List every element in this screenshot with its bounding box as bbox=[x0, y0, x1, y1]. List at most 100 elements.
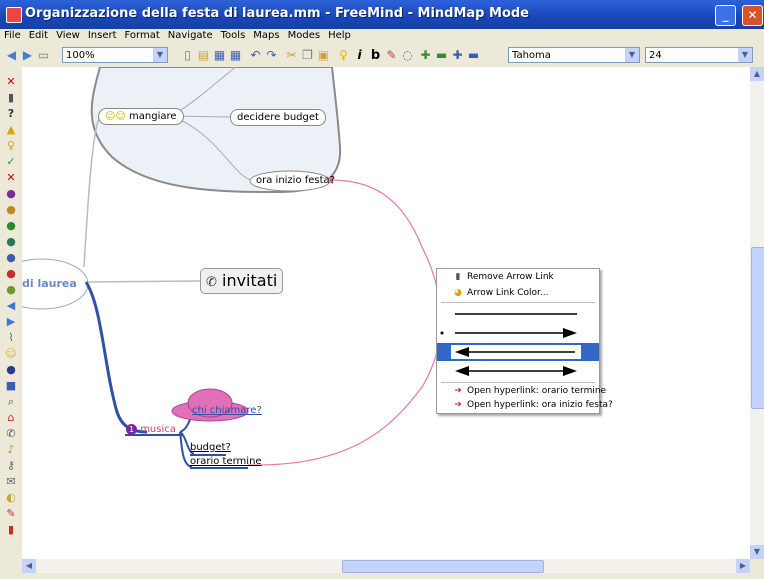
arrow-style-start[interactable] bbox=[437, 343, 599, 361]
redo-icon[interactable]: ↷ bbox=[264, 48, 279, 63]
cross-icon[interactable]: ✕ bbox=[5, 172, 17, 184]
smiley-icon[interactable]: ☺ bbox=[5, 348, 17, 360]
idea-icon[interactable]: ♀ bbox=[336, 48, 351, 63]
warning-icon[interactable]: ▲ bbox=[5, 124, 17, 136]
idea-icon[interactable]: ♀ bbox=[5, 140, 17, 152]
menu-separator bbox=[441, 382, 595, 383]
menu-modes[interactable]: Modes bbox=[284, 29, 324, 41]
arrow-style-none[interactable] bbox=[437, 305, 599, 323]
menu-open-hyperlink-orario[interactable]: ➜ Open hyperlink: orario termine bbox=[437, 384, 606, 399]
font-size-select[interactable]: 24 ▼ bbox=[645, 47, 753, 63]
scroll-left-icon[interactable]: ◀ bbox=[22, 559, 36, 573]
scroll-right-icon[interactable]: ▶ bbox=[736, 559, 750, 573]
priority-2-icon[interactable]: ● bbox=[5, 204, 17, 216]
forward-icon[interactable]: ▶ bbox=[20, 48, 35, 63]
cut-icon[interactable]: ✂ bbox=[284, 48, 299, 63]
bulb-icon[interactable]: ◐ bbox=[5, 492, 17, 504]
node-invitati[interactable]: ✆ invitati bbox=[200, 268, 284, 294]
open-icon[interactable]: ▤ bbox=[196, 48, 211, 63]
arrow-style-both[interactable] bbox=[437, 362, 599, 380]
scroll-down-icon[interactable]: ▼ bbox=[750, 545, 764, 559]
music-icon[interactable]: ♪ bbox=[5, 444, 17, 456]
menu-separator bbox=[441, 302, 595, 303]
priority-3-icon[interactable]: ● bbox=[5, 220, 17, 232]
priority-6-icon[interactable]: ● bbox=[5, 268, 17, 280]
arrow-style-end[interactable] bbox=[437, 324, 599, 342]
node-mangiare[interactable]: ☺☺ mangiare bbox=[98, 108, 184, 125]
horizontal-scrollbar[interactable]: ◀ ▶ bbox=[22, 559, 750, 573]
print-icon[interactable]: ▭ bbox=[36, 48, 51, 63]
check-icon[interactable]: ✓ bbox=[5, 156, 17, 168]
menu-view[interactable]: View bbox=[52, 29, 84, 41]
back-icon[interactable]: ◀ bbox=[4, 48, 19, 63]
node-ora-inizio-festa[interactable]: ora inizio festa? bbox=[256, 175, 335, 186]
key-icon[interactable]: ⚷ bbox=[5, 460, 17, 472]
bold-icon[interactable]: b bbox=[368, 48, 383, 63]
save-as-icon[interactable]: ▦ bbox=[228, 48, 243, 63]
menu-tools[interactable]: Tools bbox=[217, 29, 250, 41]
question-icon[interactable]: ? bbox=[5, 108, 17, 120]
undo-icon[interactable]: ↶ bbox=[248, 48, 263, 63]
menu-edit[interactable]: Edit bbox=[25, 29, 52, 41]
save-icon[interactable]: ▦ bbox=[212, 48, 227, 63]
node-orario-termine[interactable]: orario termine bbox=[190, 456, 262, 467]
priority-5-icon[interactable]: ● bbox=[5, 252, 17, 264]
edge-root-invitati bbox=[85, 280, 201, 283]
zoom-select[interactable]: 100% ▼ bbox=[62, 47, 168, 63]
menu-navigate[interactable]: Navigate bbox=[164, 29, 217, 41]
paste-icon[interactable]: ▣ bbox=[316, 48, 331, 63]
node-remove-icon[interactable]: ▬ bbox=[466, 48, 481, 63]
mail-icon[interactable]: ✉ bbox=[5, 476, 17, 488]
font-family-select[interactable]: Tahoma ▼ bbox=[508, 47, 640, 63]
arrow-both-icon bbox=[455, 366, 577, 376]
node-budget[interactable]: budget? bbox=[190, 442, 231, 453]
arrow-right-icon: ➜ bbox=[454, 400, 462, 410]
menu-remove-arrow-link[interactable]: ▮ Remove Arrow Link bbox=[437, 270, 599, 285]
cloud-color-icon[interactable]: ✎ bbox=[384, 48, 399, 63]
remove-icon[interactable]: ✕ bbox=[5, 76, 17, 88]
close-button[interactable]: ✕ bbox=[742, 5, 763, 26]
pencil-icon[interactable]: ✎ bbox=[5, 508, 17, 520]
node-decidere-budget[interactable]: decidere budget bbox=[230, 109, 326, 126]
paperclip-icon[interactable]: ⌇ bbox=[5, 332, 17, 344]
arrow-link-context-menu: ▮ Remove Arrow Link ◕ Arrow Link Color..… bbox=[436, 268, 613, 414]
minimize-button[interactable]: _ bbox=[715, 5, 736, 26]
main-toolbar: ◀ ▶ ▭ 100% ▼ ▯ ▤ ▦ ▦ ↶ ↷ ✂ ❐ ▣ ♀ i b ✎ ◌ … bbox=[0, 45, 764, 68]
menu-file[interactable]: File bbox=[0, 29, 25, 41]
menu-bar: File Edit View Insert Format Navigate Tools Map… bbox=[0, 29, 764, 45]
menu-insert[interactable]: Insert bbox=[84, 29, 121, 41]
node-add-icon[interactable]: ✚ bbox=[450, 48, 465, 63]
bomb-icon[interactable]: ● bbox=[5, 364, 17, 376]
phone-icon[interactable]: ✆ bbox=[5, 428, 17, 440]
menu-open-hyperlink-ora-inizio[interactable]: ➜ Open hyperlink: ora inizio festa? bbox=[437, 398, 613, 413]
new-map-icon[interactable]: ▯ bbox=[180, 48, 195, 63]
node-root[interactable]: di laurea bbox=[22, 277, 77, 290]
menu-maps[interactable]: Maps bbox=[249, 29, 283, 41]
marker-icon[interactable]: ▮ bbox=[5, 524, 17, 536]
scroll-up-icon[interactable]: ▲ bbox=[750, 67, 764, 81]
menu-arrow-link-color[interactable]: ◕ Arrow Link Color... bbox=[437, 286, 599, 301]
magnifier-icon[interactable]: ⌕ bbox=[5, 396, 17, 408]
copy-icon[interactable]: ❐ bbox=[300, 48, 315, 63]
cloud-icon[interactable]: ◌ bbox=[400, 48, 415, 63]
zoom-in-icon[interactable]: ✚ bbox=[418, 48, 433, 63]
node-musica[interactable]: 1 musica bbox=[126, 424, 176, 435]
horizontal-scroll-thumb[interactable] bbox=[342, 560, 544, 573]
menu-help[interactable]: Help bbox=[324, 29, 355, 41]
vertical-scroll-thumb[interactable] bbox=[751, 247, 764, 409]
node-chi-chiamare[interactable]: chi chiamare? bbox=[192, 405, 262, 416]
italic-icon[interactable]: i bbox=[352, 48, 367, 63]
mindmap-canvas[interactable]: ☺☺ mangiare decidere budget ora inizio f… bbox=[22, 67, 750, 559]
priority-4-icon[interactable]: ● bbox=[5, 236, 17, 248]
menu-format[interactable]: Format bbox=[121, 29, 164, 41]
vertical-scrollbar[interactable]: ▲ ▼ bbox=[750, 67, 764, 559]
edge-icon[interactable]: ▬ bbox=[434, 48, 449, 63]
priority-1-icon[interactable]: ● bbox=[5, 188, 17, 200]
home-icon[interactable]: ⌂ bbox=[5, 412, 17, 424]
arrow-left-icon[interactable]: ◀ bbox=[5, 300, 17, 312]
chevron-down-icon: ▼ bbox=[738, 48, 752, 62]
flag-icon[interactable]: ■ bbox=[5, 380, 17, 392]
trash-icon[interactable]: ▮ bbox=[5, 92, 17, 104]
priority-7-icon[interactable]: ● bbox=[5, 284, 17, 296]
arrow-right-icon[interactable]: ▶ bbox=[5, 316, 17, 328]
